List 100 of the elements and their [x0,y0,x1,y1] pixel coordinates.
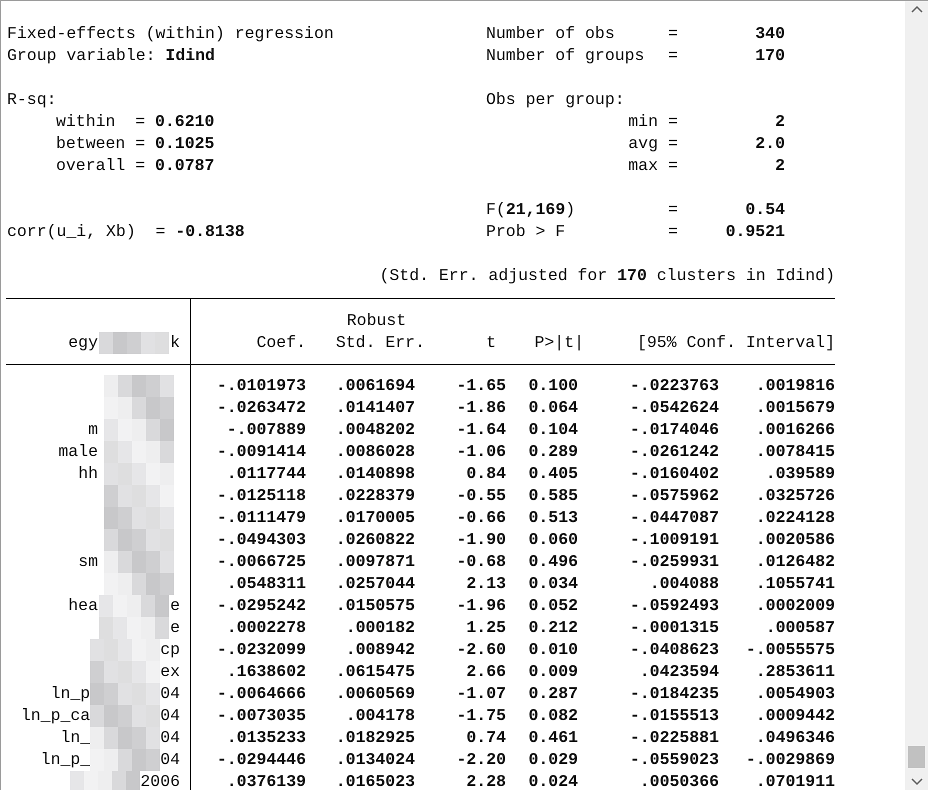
chevron-up-icon[interactable] [910,5,922,15]
p-value-cell: 0.289 [528,441,578,463]
t-stat-cell: -1.86 [456,397,506,419]
ci-lower-cell: .0050366 [640,771,719,790]
p-value-cell: 0.461 [528,727,578,749]
std-err-cell: .0134024 [336,749,415,771]
p-value-cell: 0.034 [528,573,578,595]
ci-lower-cell: -.0223763 [630,375,719,397]
coef-cell: -.0295242 [216,595,306,617]
ci-lower-cell: -.0261242 [630,441,719,463]
ci-upper-cell: .0015679 [756,397,835,419]
summary-text: Fixed-effects (within) regression [7,24,334,43]
ci-upper-cell: .0496346 [756,727,835,749]
row-label: e [170,595,180,617]
ci-upper-cell: .0054903 [756,683,835,705]
t-stat-cell: -1.06 [456,441,506,463]
t-stat-cell: -1.75 [456,705,506,727]
std-err-cell: .004178 [346,705,415,727]
stat-label: within [56,111,116,133]
std-err-cell: .0140898 [336,463,415,485]
redaction-mosaic [104,485,174,507]
equals-sign: = [668,155,678,177]
stat-label: min [627,111,659,133]
t-stat-cell: -1.96 [456,595,506,617]
stat-value: 0.6210 [155,111,214,133]
std-err-cell: .0048202 [336,419,415,441]
p-value-cell: 0.024 [528,771,578,790]
ci-upper-cell: .0002009 [756,595,835,617]
row-label: 04 [160,683,180,705]
cluster-note: (Std. Err. adjusted for 170 clusters in Idind) [380,265,835,287]
equals-sign: = [668,221,678,243]
column-header: P>|t| [534,332,584,354]
equals-sign: = [668,45,678,67]
coef-cell: -.0073035 [216,705,306,727]
redaction-mosaic [104,397,174,419]
column-header: Coef. [256,332,306,354]
std-err-cell: .0260822 [336,529,415,551]
coef-cell: .0135233 [226,727,306,749]
summary-value: Idind [165,45,215,67]
ci-lower-cell: -.0559023 [630,749,719,771]
ci-upper-cell: .0019816 [756,375,835,397]
row-label: 04 [160,705,180,727]
t-stat-cell: -1.07 [456,683,506,705]
row-label: ln_ [60,727,90,749]
ci-upper-cell: .0016266 [756,419,835,441]
row-label: ln_p_ca [20,705,90,727]
ci-lower-cell: -.0174046 [630,419,719,441]
ci-lower-cell: -.0225881 [630,727,719,749]
redaction-mosaic [99,617,170,639]
stat-label: Prob > F [486,221,566,243]
ci-upper-cell: .0020586 [756,529,835,551]
row-label: male [58,441,98,463]
stat-value: 0.9521 [724,221,785,243]
p-value-cell: 0.100 [528,375,578,397]
redaction-mosaic [104,419,174,441]
coef-cell: -.0101973 [216,375,306,397]
row-label: cp [160,639,180,661]
coef-cell: -.0294446 [216,749,306,771]
std-err-cell: .0182925 [336,727,415,749]
coef-cell: .0117744 [226,463,306,485]
ci-upper-cell: .039589 [766,463,835,485]
coef-cell: -.0263472 [216,397,306,419]
redaction-mosaic [104,573,174,595]
summary-text: Obs per group: [486,89,625,111]
equals-sign: = [668,23,678,45]
ci-upper-cell: .0126482 [756,551,835,573]
std-err-cell: .000182 [346,617,415,639]
column-header: [95% Conf. Interval] [636,332,835,354]
ci-upper-cell: -.0055575 [746,639,835,661]
column-header: Std. Err. [336,332,425,354]
ci-upper-cell: .000587 [766,617,835,639]
redaction-mosaic [90,661,160,683]
coef-cell: -.0494303 [216,529,306,551]
column-header: egy [67,332,98,354]
chevron-down-icon[interactable] [910,776,922,786]
p-value-cell: 0.060 [528,529,578,551]
ci-upper-cell: .0224128 [756,507,835,529]
t-stat-cell: -2.20 [456,749,506,771]
t-stat-cell: -0.68 [456,551,506,573]
t-stat-cell: 2.66 [466,661,506,683]
stat-value: 0.1025 [155,133,214,155]
redaction-mosaic [104,441,174,463]
row-label: ln_p [50,683,90,705]
redaction-mosaic [104,463,174,485]
redaction-mosaic [90,749,160,771]
ci-upper-cell: .0701911 [756,771,835,790]
t-stat-cell: -0.66 [456,507,506,529]
column-header: t [486,332,496,354]
ci-upper-cell: .1055741 [756,573,835,595]
coef-cell: -.0232099 [216,639,306,661]
ci-lower-cell: -.0542624 [630,397,719,419]
scrollbar[interactable] [905,1,928,790]
ci-upper-cell: .0325726 [756,485,835,507]
row-label: 04 [160,727,180,749]
row-label: 04 [160,749,180,771]
scrollbar-thumb[interactable] [908,746,925,768]
p-value-cell: 0.212 [528,617,578,639]
coef-cell: .1638602 [226,661,306,683]
ci-lower-cell: -.0155513 [630,705,719,727]
t-stat-cell: -2.60 [456,639,506,661]
